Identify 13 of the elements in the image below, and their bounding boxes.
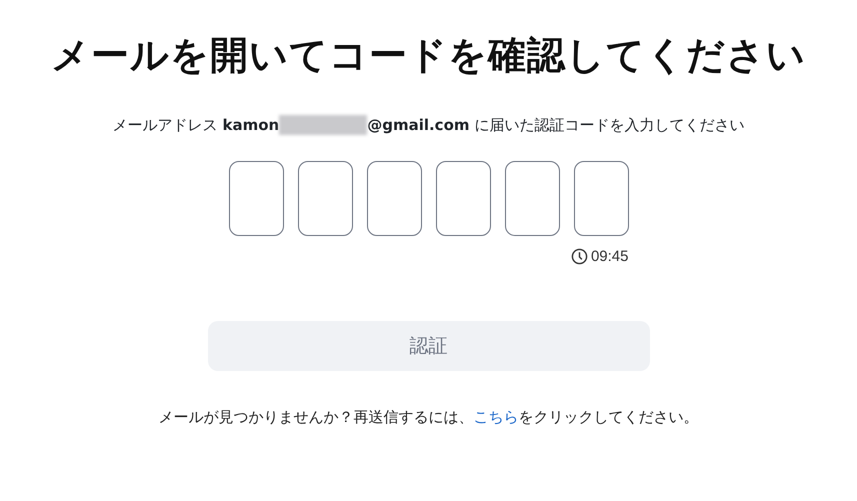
code-digit-field[interactable] xyxy=(574,161,628,236)
page-title: メールを開いてコードを確認してください xyxy=(51,32,806,79)
code-digit-field[interactable] xyxy=(298,161,352,236)
clock-icon xyxy=(570,248,588,265)
code-digit-field[interactable] xyxy=(436,161,490,236)
instruction-text: メールアドレス kamon xyxy=(112,116,280,134)
code-digit-field[interactable] xyxy=(366,161,422,236)
countdown-timer: 09:45 xyxy=(590,248,628,265)
code-digit-field[interactable] xyxy=(228,161,284,236)
code-digit-field[interactable] xyxy=(504,161,560,236)
resend-text: メールが見つかりませんか？再送信するには、こちら をクリックしてください。 xyxy=(158,407,700,428)
instruction-text: @gmail.com に届いた認証コードを入力してください xyxy=(367,116,744,134)
resend-link[interactable]: こちら xyxy=(474,408,518,426)
